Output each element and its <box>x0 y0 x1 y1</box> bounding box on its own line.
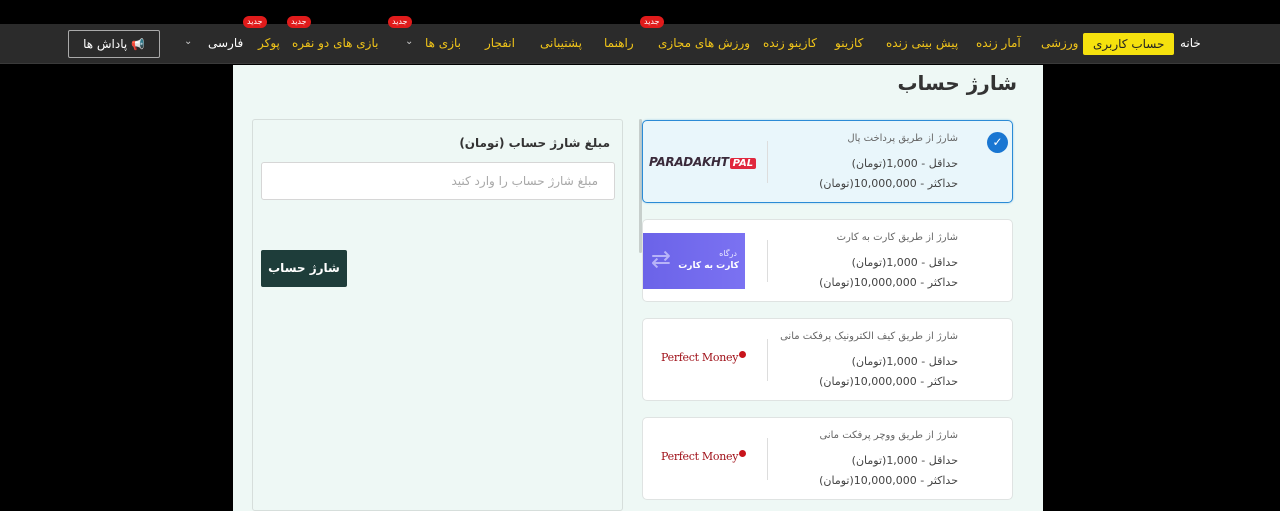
method-title: شارژ از طریق کارت به کارت <box>836 232 958 243</box>
logo-text: کارت به کارت <box>678 261 739 271</box>
check-icon: ✓ <box>987 132 1008 153</box>
nav-virtual-sports[interactable]: ورزش های مجازی <box>658 36 750 50</box>
rewards-label: پاداش ها <box>83 37 128 51</box>
rewards-button[interactable]: 📢پاداش ها <box>68 30 160 58</box>
chevron-down-icon[interactable]: ⌄ <box>405 36 413 47</box>
payment-method-perfect-money-wallet[interactable]: شارژ از طریق کیف الکترونیک پرفکت مانی حد… <box>642 318 1013 401</box>
method-title: شارژ از طریق پرداخت پال <box>847 133 958 144</box>
amount-input[interactable] <box>261 162 615 200</box>
nav-live-stats[interactable]: آمار زنده <box>976 36 1021 50</box>
amount-label: مبلغ شارژ حساب (تومان) <box>459 136 610 150</box>
nav-account[interactable]: حساب کاربری <box>1083 33 1175 55</box>
method-max: حداکثر - 10,000,000(تومان) <box>819 474 958 487</box>
method-title: شارژ از طریق ووچر پرفکت مانی <box>819 430 959 441</box>
new-badge: جدید <box>388 16 412 28</box>
payment-method-paradakhtpal[interactable]: ✓ شارژ از طریق پرداخت پال حداقل - 1,000(… <box>642 120 1013 203</box>
payment-method-perfect-money-voucher[interactable]: شارژ از طریق ووچر پرفکت مانی حداقل - 1,0… <box>642 417 1013 500</box>
chevron-down-icon[interactable]: ⌄ <box>184 36 192 47</box>
method-max: حداکثر - 10,000,000(تومان) <box>819 177 958 190</box>
perfect-money-logo: Perfect Money <box>661 450 747 463</box>
method-title: شارژ از طریق کیف الکترونیک پرفکت مانی <box>780 331 958 342</box>
nav-home[interactable]: خانه <box>1180 36 1201 50</box>
nav-guide[interactable]: راهنما <box>604 36 634 50</box>
method-min: حداقل - 1,000(تومان) <box>851 256 958 269</box>
nav-crash[interactable]: انفجار <box>485 36 515 50</box>
nav-casino[interactable]: کازینو <box>835 36 863 50</box>
nav-sports[interactable]: ورزشی <box>1041 36 1078 50</box>
divider <box>767 240 768 282</box>
divider <box>767 339 768 381</box>
new-badge: جدید <box>640 16 664 28</box>
nav-language[interactable]: فارسی <box>208 36 243 50</box>
divider <box>767 438 768 480</box>
perfect-money-logo: Perfect Money <box>661 351 747 364</box>
nav-live-prediction[interactable]: پیش بینی زنده <box>886 36 958 50</box>
logo-text: PAL <box>729 158 757 169</box>
nav-live-casino[interactable]: کازینو زنده <box>763 36 817 50</box>
nav-two-player[interactable]: بازی های دو نفره <box>292 36 378 50</box>
logo-text: درگاه <box>719 249 737 258</box>
nav-support[interactable]: پشتیبانی <box>540 36 582 50</box>
payment-method-card-to-card[interactable]: شارژ از طریق کارت به کارت حداقل - 1,000(… <box>642 219 1013 302</box>
charge-form-panel: مبلغ شارژ حساب (تومان) شارژ حساب <box>252 119 623 511</box>
charge-account-button[interactable]: شارژ حساب <box>261 250 347 287</box>
card-to-card-logo: ⇄ درگاه کارت به کارت <box>643 233 745 289</box>
nav-games[interactable]: بازی ها <box>425 36 461 50</box>
method-max: حداکثر - 10,000,000(تومان) <box>819 276 958 289</box>
divider <box>767 141 768 183</box>
method-max: حداکثر - 10,000,000(تومان) <box>819 375 958 388</box>
megaphone-icon: 📢 <box>131 38 145 51</box>
pm-dot-icon <box>739 450 747 457</box>
main-navbar: خانه حساب کاربری ورزشی آمار زنده پیش بین… <box>0 16 1280 64</box>
card-transfer-icon: ⇄ <box>651 245 672 273</box>
method-min: حداقل - 1,000(تومان) <box>851 454 958 467</box>
logo-text: PARADAKHT <box>649 155 729 169</box>
method-min: حداقل - 1,000(تومان) <box>851 157 958 170</box>
paradakhtpal-logo: PARADAKHT PAL <box>649 151 757 171</box>
logo-text: Perfect Money <box>661 351 739 364</box>
new-badge: جدید <box>287 16 311 28</box>
page-title: شارژ حساب <box>897 71 1017 95</box>
pm-dot-icon <box>739 351 747 358</box>
logo-text: Perfect Money <box>661 450 739 463</box>
main-content: شارژ حساب مبلغ شارژ حساب (تومان) شارژ حس… <box>233 65 1043 511</box>
nav-poker[interactable]: پوکر <box>258 36 280 50</box>
new-badge: جدید <box>243 16 267 28</box>
method-min: حداقل - 1,000(تومان) <box>851 355 958 368</box>
